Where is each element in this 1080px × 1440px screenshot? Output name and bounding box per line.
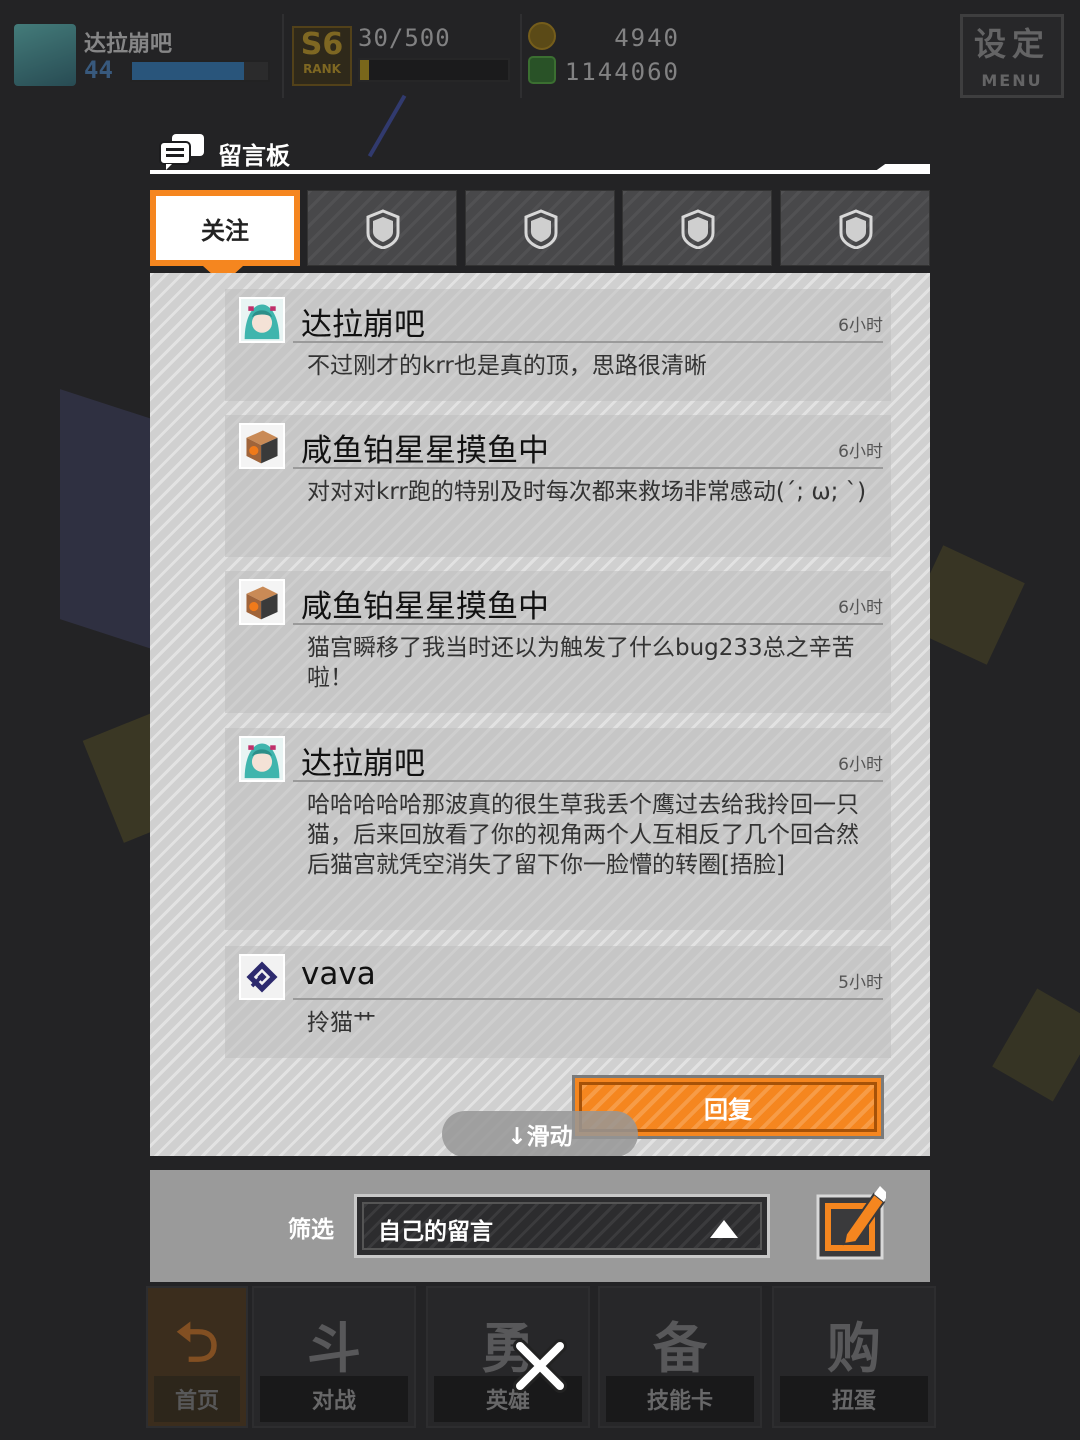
nav-battle[interactable]: 斗 对战 xyxy=(252,1286,416,1428)
logo-avatar[interactable] xyxy=(239,954,285,1000)
menu-button[interactable]: 设定 MENU xyxy=(960,14,1064,98)
message-text: 不过刚才的krr也是真的顶，思路很清晰 xyxy=(307,353,707,379)
xp-bar-fill xyxy=(132,62,244,80)
cash-icon xyxy=(528,56,556,84)
tab-label: 关注 xyxy=(201,216,249,245)
box-avatar[interactable] xyxy=(239,423,285,469)
filter-value: 自己的留言 xyxy=(378,1219,493,1245)
message-list[interactable]: 达拉崩吧 6小时 不过刚才的krr也是真的顶，思路很清晰 咸鱼铂星星摸鱼中 6小… xyxy=(150,273,930,1156)
coin-count: 4940 xyxy=(614,24,680,52)
background-art xyxy=(992,988,1080,1102)
header-rule-accent xyxy=(874,164,930,172)
shield-icon xyxy=(839,209,873,249)
tab-following[interactable]: 关注 xyxy=(150,190,300,266)
shield-icon xyxy=(681,209,715,249)
miku-avatar[interactable] xyxy=(239,297,285,343)
message-time: 6小时 xyxy=(838,755,883,775)
message-author: 咸鱼铂星星摸鱼中 xyxy=(301,589,549,625)
message-time: 6小时 xyxy=(838,442,883,462)
message-board-header: 留言板 xyxy=(150,128,930,176)
message-item: 咸鱼铂星星摸鱼中 6小时 猫宫瞬移了我当时还以为触发了什么bug233总之辛苦啦… xyxy=(225,571,891,713)
message-item: 达拉崩吧 6小时 不过刚才的krr也是真的顶，思路很清晰 xyxy=(225,289,891,401)
top-status-bar: 达拉崩吧 44 S6 RANK 30/500 4940 1144060 设定 M… xyxy=(0,0,1080,105)
chat-bubbles-icon xyxy=(159,134,204,170)
shield-icon xyxy=(524,209,558,249)
message-author: 咸鱼铂星星摸鱼中 xyxy=(301,433,549,469)
message-divider xyxy=(293,341,883,343)
header-rule xyxy=(150,170,930,174)
message-divider xyxy=(293,998,883,1000)
board-tabs: 关注 xyxy=(150,190,930,266)
nav-home[interactable]: ⮌ 首页 xyxy=(146,1286,248,1428)
tab-locked-3[interactable] xyxy=(622,190,772,266)
miku-avatar[interactable] xyxy=(239,736,285,782)
message-divider xyxy=(293,623,883,625)
caret-up-icon xyxy=(710,1220,738,1238)
divider xyxy=(282,14,284,98)
message-author: 达拉崩吧 xyxy=(301,307,425,343)
message-item: vava 5小时 拎猫艹 xyxy=(225,946,891,1058)
player-level: 44 xyxy=(84,56,113,84)
message-time: 6小时 xyxy=(838,598,883,618)
rank-label: RANK xyxy=(303,62,341,76)
filter-label: 筛选 xyxy=(288,1217,334,1243)
filter-dropdown[interactable]: 自己的留言 xyxy=(354,1194,770,1258)
stamina-text: 30/500 xyxy=(358,24,451,52)
tab-locked-2[interactable] xyxy=(465,190,615,266)
divider xyxy=(520,14,522,98)
box-avatar[interactable] xyxy=(239,579,285,625)
message-time: 5小时 xyxy=(838,973,883,993)
cards-icon: 备 xyxy=(653,1317,707,1380)
shield-icon xyxy=(366,209,400,249)
player-name: 达拉崩吧 xyxy=(84,32,173,57)
nav-gacha[interactable]: 购 扭蛋 xyxy=(772,1286,936,1428)
menu-label: 设定 xyxy=(973,25,1050,63)
nav-label: 对战 xyxy=(260,1376,408,1422)
stamina-bar-fill xyxy=(360,60,369,80)
message-author: vava xyxy=(301,956,376,992)
cash-count: 1144060 xyxy=(564,58,680,86)
rank-badge: S6 RANK xyxy=(292,26,352,86)
message-divider xyxy=(293,467,883,469)
message-time: 6小时 xyxy=(838,316,883,336)
stamina-bar xyxy=(358,58,510,82)
player-avatar xyxy=(14,24,76,86)
message-text: 猫宫瞬移了我当时还以为触发了什么bug233总之辛苦啦！ xyxy=(307,635,855,691)
tab-locked-4[interactable] xyxy=(780,190,930,266)
close-icon[interactable] xyxy=(510,1336,570,1396)
filter-panel: 筛选 自己的留言 xyxy=(150,1170,930,1282)
nav-skill-cards[interactable]: 备 技能卡 xyxy=(598,1286,762,1428)
message-divider xyxy=(293,780,883,782)
message-text: 对对对krr跑的特别及时每次都来救场非常感动(´; ω; `) xyxy=(307,479,867,505)
dialog-title: 留言板 xyxy=(218,142,290,170)
message-text: 拎猫艹 xyxy=(307,1010,376,1036)
scroll-hint: ↓滑动 xyxy=(442,1111,638,1156)
compose-message-button[interactable] xyxy=(816,1182,886,1260)
gamepad-icon: 斗 xyxy=(307,1317,361,1380)
rank-value: S6 xyxy=(300,27,344,62)
message-item: 达拉崩吧 6小时 哈哈哈哈哈那波真的很生草我丢个鹰过去给我拎回一只猫，后来回放看… xyxy=(225,728,891,930)
xp-bar xyxy=(130,60,270,82)
message-text: 哈哈哈哈哈那波真的很生草我丢个鹰过去给我拎回一只猫，后来回放看了你的视角两个人互… xyxy=(307,792,859,878)
menu-sublabel: MENU xyxy=(981,71,1043,90)
nav-label: 扭蛋 xyxy=(780,1376,928,1422)
nav-label: 技能卡 xyxy=(606,1376,754,1422)
message-item: 咸鱼铂星星摸鱼中 6小时 对对对krr跑的特别及时每次都来救场非常感动(´; ω… xyxy=(225,415,891,557)
message-author: 达拉崩吧 xyxy=(301,746,425,782)
tab-locked-1[interactable] xyxy=(307,190,457,266)
coin-icon xyxy=(528,22,556,50)
nav-label: 首页 xyxy=(154,1376,240,1422)
gacha-icon: 购 xyxy=(827,1317,881,1380)
filter-dropdown-inner: 自己的留言 xyxy=(362,1202,762,1250)
